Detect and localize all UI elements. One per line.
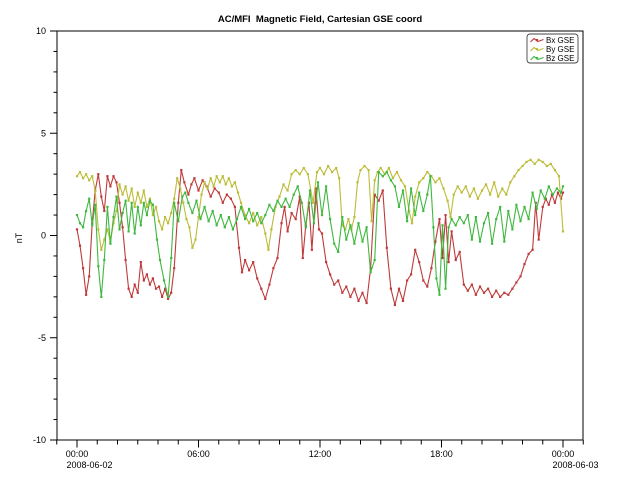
x-tick-label: 00:00 [66,449,89,459]
x-tick-label: 12:00 [309,449,332,459]
legend-label-by-gse: By GSE [546,45,574,54]
chart-title: AC/MFI Magnetic Field, Cartesian GSE coo… [218,14,422,25]
series-bz-gse [76,171,564,298]
y-tick-label: -10 [33,435,46,445]
series-line-by-gse [77,160,563,250]
legend-marker-by-gse [536,48,538,50]
data-series [76,159,564,306]
x-tick-label: 06:00 [187,449,210,459]
series-line-bz-gse [77,172,563,297]
legend-marker-bz-gse [536,57,538,59]
legend-marker-bx-gse [536,39,538,41]
y-tick-label: 10 [36,26,46,36]
y-tick-label: 5 [41,128,46,138]
axis-ticks: 1050-5-1000:002008-06-0206:0012:0018:000… [33,26,599,470]
x-date-label: 2008-06-03 [553,460,599,470]
magnetic-field-chart: AC/MFI Magnetic Field, Cartesian GSE coo… [0,0,640,480]
y-axis-label: nT [14,232,24,243]
y-tick-label: -5 [38,333,46,343]
y-tick-label: 0 [41,231,46,241]
x-tick-label: 00:00 [552,449,575,459]
x-date-label: 2008-06-02 [67,460,113,470]
x-tick-label: 18:00 [430,449,453,459]
legend-label-bz-gse: Bz GSE [546,54,574,63]
plot-window: AC/MFI Magnetic Field, Cartesian GSE coo… [0,0,640,480]
legend: Bx GSEBy GSEBz GSE [527,34,578,63]
legend-label-bx-gse: Bx GSE [546,36,574,45]
